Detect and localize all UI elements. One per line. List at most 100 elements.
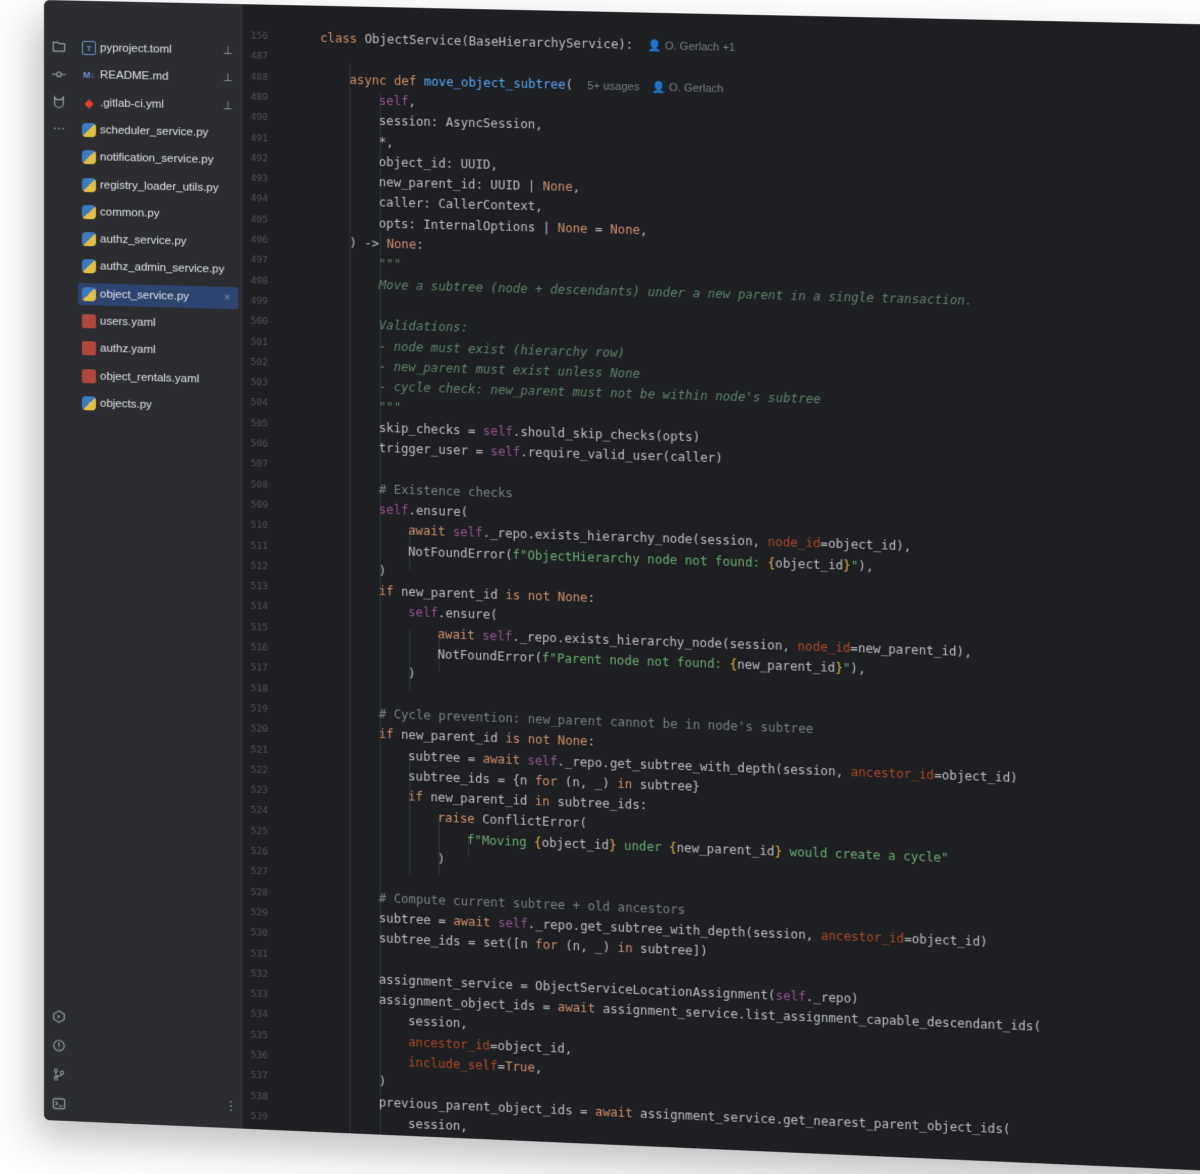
more-icon[interactable]: ··· [49,120,69,140]
pin-icon[interactable]: ⊥ [223,95,233,117]
code-token: NotFoundError( [437,647,543,665]
file-name: pyproject.toml [99,42,172,56]
code-token: ( [565,77,574,92]
author-hint[interactable]: 👤 O. Gerlach [652,81,724,95]
code-token: , [408,94,416,109]
author-hint[interactable]: 👤 O. Gerlach +1 [648,40,736,54]
toml-icon: T [81,40,96,56]
folder-icon[interactable] [49,36,69,56]
gitlab-icon: ◆ [84,95,94,110]
line-number: 539 [250,1110,268,1123]
terminal-icon[interactable] [49,1093,69,1114]
code-line: Move a subtree (node + descendants) unde… [379,274,973,310]
code-token: ), [858,558,874,574]
code-token: { [767,555,776,570]
code-token: new_parent_id [430,790,535,809]
code-token: Move a subtree (node + descendants) unde… [378,277,973,308]
commit-icon[interactable] [49,64,69,84]
code-token: object_id [775,555,844,573]
line-number: 501 [250,336,268,348]
python-icon [81,286,96,302]
code-token: await [437,626,483,643]
file-name: registry_loader_utils.py [99,178,219,194]
line-number: 538 [250,1090,268,1103]
line-number: 507 [250,458,268,471]
code-token: new_parent_id [401,584,506,603]
file-item[interactable]: common.py [78,201,239,227]
line-number: 495 [250,213,268,226]
python-icon [81,177,96,192]
code-editor[interactable]: class ObjectService(BaseHierarchyService… [294,5,1200,1174]
file-name: .gitlab-ci.yml [99,96,165,111]
line-number: 520 [250,723,268,736]
merge-request-icon[interactable] [49,92,69,112]
code-token: ancestor_id [850,764,935,782]
git-icon[interactable] [49,1064,69,1085]
file-item[interactable]: registry_loader_utils.py [78,173,239,199]
line-number: 517 [250,662,268,674]
line-number-gutter: 156 487 488 489 490 491 492 493 494 495 496 497 498 4… [242,4,295,1143]
code-token: new_parent_id [676,840,775,859]
line-number: 537 [250,1070,268,1082]
code-token: raise [437,810,483,827]
pin-icon[interactable]: ⊥ [223,40,233,62]
code-token: caller: CallerContext, [378,195,543,214]
code-token: NotFoundError( [408,544,513,562]
yaml-icon [81,368,96,384]
code-token: subtree} [639,777,700,794]
line-number: 526 [250,845,268,858]
file-item[interactable]: objects.py [78,392,239,419]
indent-guide [349,62,351,1140]
panel-options-icon[interactable]: ⋮ [224,1099,237,1115]
code-token: self [378,93,409,109]
file-name: object_service.py [99,288,190,303]
line-number: 535 [250,1029,268,1042]
file-item[interactable]: ◆ .gitlab-ci.yml ⊥ [78,91,239,117]
code-line: session, [408,1114,468,1137]
code-line: session: AsyncSession, [379,111,543,135]
file-item[interactable]: authz.yaml [78,337,239,364]
file-name: object_rentals.yaml [99,370,200,386]
code-token: (n, _) [564,774,618,791]
code-token: =object_id), [820,536,912,554]
ide-window: ··· Tpyproject.toml ⊥ M↓ README.md ⊥ ◆ .gitlab… [44,0,1200,1174]
code-token: if [408,789,431,805]
line-number: 514 [250,601,268,613]
file-item[interactable]: scheduler_service.py [78,119,239,145]
line-number: 523 [250,784,268,797]
code-token: await [557,1000,603,1016]
line-number: 500 [250,315,268,328]
line-number: 156 [250,30,268,42]
line-number: 533 [250,988,268,1001]
file-name: common.py [99,206,160,220]
code-line: ) [408,664,415,684]
code-token: self [378,502,409,518]
line-number: 536 [250,1049,268,1062]
code-line: class ObjectService(BaseHierarchyService… [320,28,735,57]
python-icon [81,150,96,165]
problems-icon[interactable] [49,1035,69,1056]
code-line: f"Moving {object_id} under {new_parent_i… [467,829,949,867]
code-token: - cycle check: new_parent must not be wi… [378,379,821,407]
file-item[interactable]: authz_admin_service.py [78,255,239,281]
pin-icon[interactable]: ⊥ [223,67,233,89]
file-item[interactable]: users.yaml [78,310,239,336]
code-token: subtree = [378,910,454,928]
code-line: previous_parent_object_ids = await assig… [379,1092,1011,1139]
line-number: 534 [250,1008,268,1021]
line-number: 513 [250,580,268,593]
file-item[interactable]: object_service.py × [77,282,239,309]
code-token: assignment_object_ids, [408,1137,573,1159]
code-token: class [320,30,365,46]
file-item[interactable]: notification_service.py [78,146,239,172]
file-item[interactable]: M↓ README.md ⊥ [78,64,239,90]
file-item[interactable]: Tpyproject.toml ⊥ [78,37,239,63]
services-icon[interactable] [49,1006,69,1027]
file-item[interactable]: authz_service.py [78,228,239,254]
usages-hint[interactable]: 5+ usages [587,80,639,93]
file-item[interactable]: object_rentals.yaml [78,365,239,392]
line-number: 502 [250,356,268,369]
code-token: in [617,776,640,792]
file-name: README.md [99,69,169,84]
close-tab-icon[interactable]: × [224,286,230,308]
